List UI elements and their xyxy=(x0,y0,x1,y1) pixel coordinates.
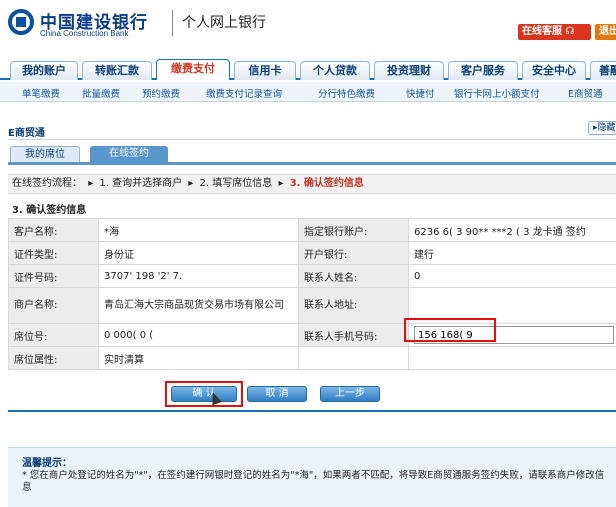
tab-credit-card[interactable]: 信用卡 xyxy=(234,61,296,80)
header: 中国建设银行 China Construction Bank 个人网上银行 在线… xyxy=(0,0,616,58)
seat-attribute-value: 实时清算 xyxy=(98,346,299,370)
subnav-micro-payment[interactable]: 银行卡网上小额支付 xyxy=(454,86,540,100)
online-service-button[interactable]: 在线客服 ☊ xyxy=(518,24,591,40)
section-divider xyxy=(8,139,616,140)
logo-divider xyxy=(172,10,173,36)
tab-investment[interactable]: 投资理财 xyxy=(374,61,444,80)
subnav-quick-pay[interactable]: 快捷付 xyxy=(406,86,435,100)
table-row: 席位属性: 实时清算 xyxy=(8,346,616,370)
table-row: 证件号码: 3707' 198 '2' 7. 联系人姓名: 0 xyxy=(8,264,616,288)
tab-online-sign[interactable]: 在线签约 xyxy=(90,146,168,162)
flow-prefix: 在线签约流程： xyxy=(12,178,82,189)
arrow-icon: ▸ xyxy=(188,178,194,189)
tab-transfer[interactable]: 转账汇款 xyxy=(82,61,152,80)
bank-account-value: 6236 6( 3 90** ***2 ( 3 龙卡通 签约 xyxy=(408,218,616,242)
bank-name-en: China Construction Bank xyxy=(40,29,129,38)
merchant-name-label: 商户名称: xyxy=(8,287,99,324)
tips-body: * 您在商户处登记的姓名为"*"，在签约建行网银时登记的姓名为"*海"，如果两者… xyxy=(22,470,605,493)
flow-step-3: 3. 确认签约信息 xyxy=(289,178,364,189)
open-bank-value: 建行 xyxy=(408,241,616,265)
confirm-button[interactable]: 确 认 xyxy=(171,386,237,402)
form-divider xyxy=(8,410,616,412)
subnav-single-payment[interactable]: 单笔缴费 xyxy=(22,86,60,100)
sub-nav: 单笔缴费 批量缴费 预约缴费 缴费支付记录查询 分行特色缴费 快捷付 银行卡网上… xyxy=(0,82,616,102)
contact-address-label: 联系人地址: xyxy=(298,287,409,324)
sign-info-table: 客户名称: *海 指定银行账户: 6236 6( 3 90** ***2 ( 3… xyxy=(8,218,616,370)
id-number-label: 证件号码: xyxy=(8,264,99,288)
hide-label: 隐藏 xyxy=(597,123,616,133)
subnav-batch-payment[interactable]: 批量缴费 xyxy=(82,86,120,100)
contact-name-value: 0 xyxy=(408,264,616,288)
contact-phone-input[interactable] xyxy=(414,326,614,344)
tab-security-center[interactable]: 安全中心 xyxy=(522,61,586,80)
main-nav: 我的账户 转账汇款 缴费支付 信用卡 个人贷款 投资理财 客户服务 安全中心 善… xyxy=(0,58,616,80)
tab-shanrong[interactable]: 善融 xyxy=(590,61,616,80)
subnav-scheduled-payment[interactable]: 预约缴费 xyxy=(142,86,180,100)
arrow-icon: ▸ xyxy=(278,178,284,189)
tab-payment[interactable]: 缴费支付 xyxy=(156,59,230,80)
contact-name-label: 联系人姓名: xyxy=(298,264,409,288)
tab-personal-loan[interactable]: 个人贷款 xyxy=(300,61,370,80)
form-title: 3. 确认签约信息 xyxy=(12,205,87,216)
arrow-icon: ▸ xyxy=(88,178,94,189)
exit-button[interactable]: 退出 xyxy=(595,24,616,40)
tips-panel: 温馨提示： * 您在商户处登记的姓名为"*"，在签约建行网银时登记的姓名为"*海… xyxy=(8,447,616,507)
table-row: 证件类型: 身份证 开户银行: 建行 xyxy=(8,241,616,265)
cancel-button[interactable]: 取 消 xyxy=(247,386,307,402)
flow-step-1: 1. 查询并选择商户 xyxy=(99,178,183,189)
tips-title: 温馨提示： xyxy=(22,458,72,469)
tab-my-account[interactable]: 我的账户 xyxy=(10,61,78,80)
customer-name-label: 客户名称: xyxy=(8,218,99,242)
product-name: 个人网上银行 xyxy=(182,15,266,31)
tab-my-seat[interactable]: 我的席位 xyxy=(10,146,80,162)
flow-step-2: 2. 填写席位信息 xyxy=(199,178,273,189)
id-type-label: 证件类型: xyxy=(8,241,99,265)
empty-cell xyxy=(298,346,409,370)
subnav-payment-records[interactable]: 缴费支付记录查询 xyxy=(206,86,282,100)
prev-step-button[interactable]: 上一步 xyxy=(320,386,380,402)
id-number-value: 3707' 198 '2' 7. xyxy=(98,264,299,288)
seat-number-label: 席位号: xyxy=(8,323,99,347)
merchant-name-value: 青岛汇海大宗商品现货交易市场有限公司 xyxy=(98,287,299,324)
empty-cell xyxy=(408,346,616,370)
ccb-logo-icon xyxy=(8,9,34,35)
subnav-branch-payment[interactable]: 分行特色缴费 xyxy=(318,86,375,100)
sign-flow-breadcrumb: 在线签约流程： ▸ 1. 查询并选择商户 ▸ 2. 填写席位信息 ▸ 3. 确认… xyxy=(8,174,616,194)
online-service-label: 在线客服 xyxy=(522,26,562,37)
seat-attribute-label: 席位属性: xyxy=(8,346,99,370)
id-type-value: 身份证 xyxy=(98,241,299,265)
contact-phone-label: 联系人手机号码: xyxy=(298,323,409,347)
seat-number-value: 0 000( 0 ( xyxy=(98,323,299,347)
section-title: E商贸通 xyxy=(8,128,45,139)
headset-icon: ☊ xyxy=(565,26,575,37)
table-row: 席位号: 0 000( 0 ( 联系人手机号码: xyxy=(8,323,616,347)
contact-address-value xyxy=(408,287,616,324)
subnav-e-trade[interactable]: E商贸通 xyxy=(568,86,603,100)
table-row: 商户名称: 青岛汇海大宗商品现货交易市场有限公司 联系人地址: xyxy=(8,287,616,324)
contact-phone-cell xyxy=(408,323,616,347)
hide-button[interactable]: ▸隐藏 xyxy=(588,121,616,135)
bank-account-label: 指定银行账户: xyxy=(298,218,409,242)
customer-name-value: *海 xyxy=(98,218,299,242)
inner-tabs: 我的席位 在线签约 xyxy=(8,146,616,165)
tab-customer-service[interactable]: 客户服务 xyxy=(448,61,518,80)
table-row: 客户名称: *海 指定银行账户: 6236 6( 3 90** ***2 ( 3… xyxy=(8,218,616,242)
open-bank-label: 开户银行: xyxy=(298,241,409,265)
